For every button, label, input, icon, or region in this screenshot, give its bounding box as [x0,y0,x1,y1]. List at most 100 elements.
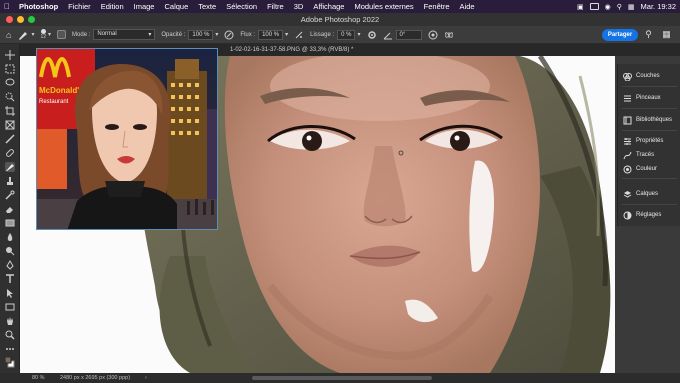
menu-filtre[interactable]: Filtre [262,2,289,11]
eraser-tool-icon[interactable] [5,204,15,214]
wifi-icon[interactable]: ◉ [605,3,611,11]
photoshop-window:  Photoshop Fichier Edition Image Calque… [0,0,680,383]
document-tab-label: 1-02-02-16-31-37-58.PNG @ 33,3% (RVB/8) … [230,47,354,53]
mode-select[interactable]: Normal ▾ [93,29,156,40]
brush-settings-toggle[interactable] [57,30,67,39]
symmetry-toggle[interactable] [444,30,454,40]
chevron-down-icon: ▾ [48,32,52,38]
search-menubar-icon[interactable]: ⚲ [617,3,622,11]
gradient-tool-icon[interactable] [5,218,15,228]
clock[interactable]: Mar. 19:32 [641,2,676,11]
smoothing-control: Lissage : 0 % ▾ [310,29,361,40]
workspace-icon[interactable]: ▦ [661,29,672,40]
brush-settings-icon [57,30,67,39]
angle-input[interactable]: 0° [395,29,422,40]
properties-icon [623,137,632,146]
rectangle-tool-icon[interactable] [5,302,15,312]
smoothing-input[interactable]: 0 % [337,29,356,40]
paths-icon [623,151,632,160]
adjustments-icon [623,211,632,220]
marquee-tool-icon[interactable] [5,64,15,74]
hand-tool-icon[interactable] [5,316,15,326]
flux-control: Flux : 100 % ▾ [240,29,288,40]
opacity-label: Opacité : [161,31,186,38]
close-window-button[interactable] [6,16,13,23]
home-icon[interactable]: ⌂ [6,30,11,40]
control-center-icon[interactable]: ▦ [628,3,635,11]
search-icon[interactable]: ⚲ [643,29,654,40]
blur-tool-icon[interactable] [5,232,15,242]
flux-input[interactable]: 100 % [258,29,284,40]
menu-affichage[interactable]: Affichage [308,2,349,11]
menu-selection[interactable]: Sélection [221,2,262,11]
history-brush-tool-icon[interactable] [5,190,15,200]
healing-brush-tool-icon[interactable] [5,148,15,158]
color-swatches-icon[interactable] [5,357,15,369]
color-icon [623,165,632,174]
panel-bibliotheques[interactable]: Bibliothèques [618,112,680,128]
chevron-down-icon: ▾ [31,32,35,38]
share-button[interactable]: Partager [602,29,638,41]
menu-fenetre[interactable]: Fenêtre [419,2,455,11]
brush-tool-icon[interactable] [5,162,15,172]
frame-tool-icon[interactable] [5,120,15,130]
pressure-size-toggle[interactable] [428,30,438,40]
butterfly-icon [444,31,453,38]
window-controls [6,16,35,23]
airbrush-toggle[interactable] [294,30,304,40]
menu-image[interactable]: Image [129,2,160,11]
panel-proprietes[interactable]: Propriétés [618,134,680,148]
menu-calque[interactable]: Calque [159,2,193,11]
chevron-down-icon[interactable]: ▾ [215,31,218,38]
zoom-tool-icon[interactable] [5,330,15,340]
pen-tool-icon[interactable] [5,260,15,270]
libraries-icon [623,116,632,125]
lasso-tool-icon[interactable] [5,78,15,88]
path-selection-tool-icon[interactable] [5,288,15,298]
camera-icon[interactable]: ▣ [577,3,584,11]
horizontal-scrollbar[interactable] [252,376,432,380]
panel-bibliotheques-label: Bibliothèques [636,117,673,123]
chevron-down-icon[interactable]: ▾ [357,31,360,38]
battery-icon[interactable] [589,3,599,10]
brush-tool-preset[interactable]: ▾ [17,29,34,41]
panel-divider [622,86,677,87]
zoom-window-button[interactable] [28,16,35,23]
chevron-down-icon[interactable]: ▾ [285,31,288,38]
status-menu-chevron-icon[interactable]: › [145,373,147,383]
quick-selection-tool-icon[interactable] [5,92,15,102]
menu-3d[interactable]: 3D [289,2,309,11]
minimize-window-button[interactable] [17,16,24,23]
panel-couleur[interactable]: Couleur [618,162,680,176]
pressure-opacity-toggle[interactable] [224,30,234,40]
panel-divider [622,204,677,205]
menu-fichier[interactable]: Fichier [63,2,96,11]
window-title-bar: Adobe Photoshop 2022 [0,13,680,26]
panel-reglages[interactable]: Réglages [618,207,680,223]
panel-couches[interactable]: Couches [618,68,680,84]
crop-tool-icon[interactable] [5,106,15,116]
zoom-level[interactable]: 80 % [32,373,45,383]
apple-menu-icon[interactable]:  [0,2,14,11]
panel-calques[interactable]: Calques [618,186,680,202]
brush-size-picker[interactable]: 12 ▾ [40,29,51,40]
reference-photo[interactable]: McDonald's Restaurant [36,48,218,230]
panel-traces[interactable]: Tracés [618,148,680,162]
opacity-input[interactable]: 100 % [188,29,214,40]
panel-couleur-label: Couleur [636,166,658,172]
panel-calques-label: Calques [636,191,659,197]
panel-pinceaux[interactable]: Pinceaux [618,90,680,106]
smoothing-options[interactable] [367,30,377,40]
dodge-tool-icon[interactable] [5,246,15,256]
menu-texte[interactable]: Texte [193,2,221,11]
eyedropper-tool-icon[interactable] [5,134,15,144]
more-tools-icon[interactable] [5,344,15,354]
clone-stamp-tool-icon[interactable] [5,176,15,186]
move-tool-icon[interactable] [5,50,15,60]
menu-modules-externes[interactable]: Modules externes [349,2,418,11]
options-bar: ⌂ ▾ 12 ▾ Mode : Normal ▾ Opacité : 100 %… [0,26,680,44]
menu-edition[interactable]: Edition [96,2,129,11]
type-tool-icon[interactable] [5,274,15,284]
menu-photoshop[interactable]: Photoshop [14,2,63,11]
menu-aide[interactable]: Aide [455,2,480,11]
